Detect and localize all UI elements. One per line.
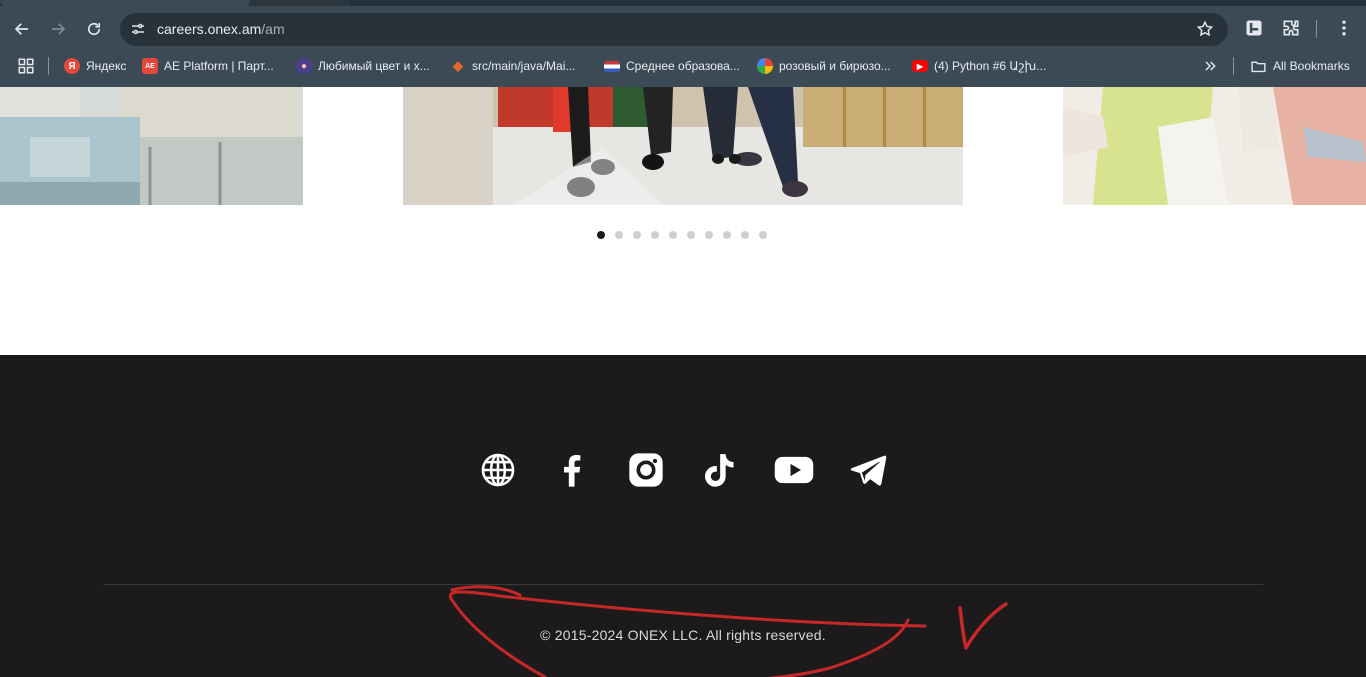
bookmarks-divider <box>48 57 49 75</box>
tab-active[interactable] <box>0 0 250 6</box>
bookmark-label: (4) Python #6 Աշխ... <box>934 59 1047 73</box>
bookmark-label: розовый и бирюзо... <box>779 59 891 73</box>
footer-divider <box>103 584 1263 585</box>
bookmark-favorite-color[interactable]: ● Любимый цвет и х... <box>296 56 430 76</box>
carousel-slide-current[interactable] <box>403 87 963 205</box>
facebook-link[interactable] <box>551 449 593 491</box>
bookmark-src-main[interactable]: ◆ src/main/java/Mai... <box>450 56 575 76</box>
google-icon <box>757 58 773 74</box>
bookmarks-divider <box>1233 57 1234 75</box>
bookmark-label: Среднее образова... <box>626 59 740 73</box>
carousel-slide-next[interactable] <box>1063 87 1366 205</box>
truck-photo <box>0 87 303 205</box>
globe-link[interactable] <box>477 449 519 491</box>
yandex-icon: Я <box>64 58 80 74</box>
carousel-dot-3[interactable] <box>633 231 641 239</box>
double-chevron-icon <box>1205 61 1216 71</box>
toolbar-divider <box>1316 20 1317 38</box>
carousel-dot-1[interactable] <box>597 231 605 239</box>
instagram-icon <box>629 453 663 487</box>
bookmark-yandex[interactable]: Я Яндекс <box>64 56 126 76</box>
youtube-icon <box>774 456 814 484</box>
globe-icon <box>481 453 515 487</box>
gitlab-icon: ◆ <box>453 58 463 73</box>
bookmark-label: AE Platform | Парт... <box>164 59 274 73</box>
tiktok-icon <box>705 454 734 487</box>
carousel-pagination <box>597 231 767 239</box>
youtube-icon: ▶ <box>912 60 928 72</box>
carousel-slide-prev[interactable] <box>0 87 303 205</box>
back-button[interactable] <box>9 16 35 42</box>
more-bookmarks-button[interactable] <box>1202 56 1218 76</box>
flag-icon <box>604 60 620 72</box>
carousel-dot-7[interactable] <box>705 231 713 239</box>
person-icon: ● <box>296 58 312 74</box>
carousel-dot-5[interactable] <box>669 231 677 239</box>
reload-button[interactable] <box>81 16 107 42</box>
kebab-menu-icon[interactable] <box>1334 18 1354 38</box>
telegram-link[interactable] <box>847 449 889 491</box>
instagram-link[interactable] <box>625 449 667 491</box>
reload-icon <box>87 22 101 36</box>
facebook-icon <box>564 455 581 487</box>
carousel-dot-2[interactable] <box>615 231 623 239</box>
site-info-icon[interactable] <box>128 19 148 39</box>
tiktok-link[interactable] <box>699 449 741 491</box>
forward-button[interactable] <box>45 16 71 42</box>
arrow-left-icon <box>14 23 28 35</box>
tab-inactive[interactable] <box>350 0 1366 6</box>
bookmark-star-icon[interactable] <box>1196 20 1214 38</box>
bookmark-python[interactable]: ▶ (4) Python #6 Աշխ... <box>912 56 1046 76</box>
bookmark-label: Любимый цвет и х... <box>318 59 430 73</box>
carousel-dot-4[interactable] <box>651 231 659 239</box>
apps-grid-icon <box>18 58 34 74</box>
bookmark-label: src/main/java/Mai... <box>472 59 576 73</box>
carousel-dot-8[interactable] <box>723 231 731 239</box>
puzzle-icon[interactable] <box>1281 18 1301 38</box>
arrow-right-icon <box>52 23 66 35</box>
people-photo <box>1063 87 1366 205</box>
apps-button[interactable] <box>17 56 35 76</box>
ae-platform-icon: AE <box>142 58 158 74</box>
bookmark-ae-platform[interactable]: AE AE Platform | Парт... <box>142 56 274 76</box>
url-path: /am <box>261 21 285 37</box>
extension-icon[interactable] <box>1244 18 1264 38</box>
carousel-dot-6[interactable] <box>687 231 695 239</box>
folder-icon <box>1251 61 1266 72</box>
telegram-icon <box>850 455 887 486</box>
youtube-link[interactable] <box>773 449 815 491</box>
url-text[interactable]: careers.onex.am/am <box>157 21 285 37</box>
team-photo <box>403 87 963 205</box>
carousel-dot-10[interactable] <box>759 231 767 239</box>
copyright-text: © 2015-2024 ONEX LLC. All rights reserve… <box>540 627 826 643</box>
bookmark-label: Яндекс <box>86 59 127 73</box>
carousel-dot-9[interactable] <box>741 231 749 239</box>
address-bar[interactable]: careers.onex.am/am <box>120 13 1228 46</box>
bookmark-pink-turquoise[interactable]: розовый и бирюзо... <box>757 56 891 76</box>
all-bookmarks-button[interactable]: All Bookmarks <box>1250 56 1350 76</box>
url-host: careers.onex.am <box>157 21 262 37</box>
tab-strip <box>0 0 1366 6</box>
all-bookmarks-label: All Bookmarks <box>1273 59 1350 73</box>
bookmark-education[interactable]: Среднее образова... <box>604 56 740 76</box>
